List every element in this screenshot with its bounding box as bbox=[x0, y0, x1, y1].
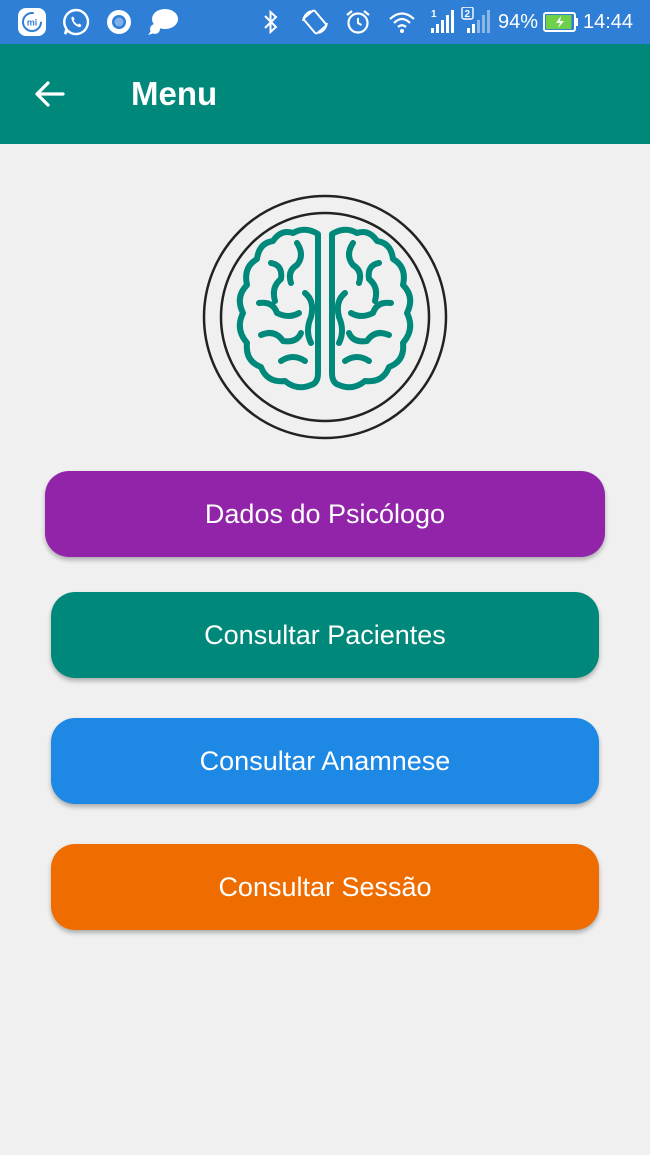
page-title: Menu bbox=[131, 75, 218, 112]
whatsapp-icon bbox=[60, 8, 92, 36]
consultar-anamnese-button[interactable]: Consultar Anamnese bbox=[51, 718, 599, 804]
back-button[interactable] bbox=[22, 72, 78, 116]
wifi-icon bbox=[386, 8, 418, 36]
app-bar: Menu bbox=[0, 44, 650, 144]
sim2-label: 2 bbox=[465, 9, 471, 20]
brain-icon bbox=[202, 194, 448, 440]
bluetooth-icon bbox=[258, 8, 284, 36]
chat-bubble-icon bbox=[146, 8, 180, 36]
status-time: 14:44 bbox=[583, 11, 634, 33]
brain-logo bbox=[201, 193, 449, 441]
alarm-icon bbox=[343, 8, 373, 36]
svg-text:mi: mi bbox=[27, 18, 38, 28]
status-bar: mi 1 2 94% 14:44 bbox=[0, 0, 650, 44]
battery-icon bbox=[543, 8, 579, 36]
dados-psicologo-button[interactable]: Dados do Psicólogo bbox=[45, 471, 605, 557]
rotate-icon bbox=[298, 8, 332, 36]
signal-sim2-icon: 2 bbox=[460, 7, 492, 36]
signal-sim1-icon: 1 bbox=[426, 8, 456, 36]
battery-percent: 94% bbox=[498, 11, 539, 33]
consultar-sessao-button[interactable]: Consultar Sessão bbox=[51, 844, 599, 930]
consultar-pacientes-button[interactable]: Consultar Pacientes bbox=[51, 592, 599, 678]
mi-icon: mi bbox=[16, 8, 48, 36]
sim1-label: 1 bbox=[431, 9, 437, 20]
chrome-bubble-icon bbox=[104, 8, 134, 36]
arrow-left-icon bbox=[35, 81, 65, 107]
